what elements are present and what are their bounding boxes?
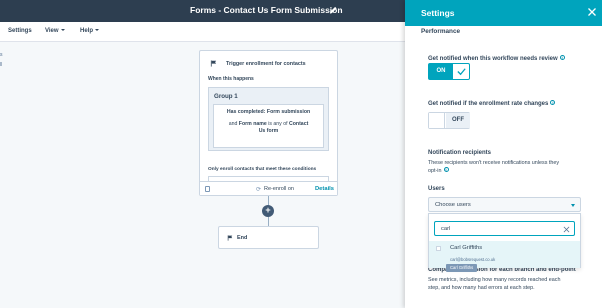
condition-and: and: [228, 121, 238, 127]
chevron-down-icon: [60, 29, 65, 32]
info-icon[interactable]: i: [550, 100, 556, 105]
settings-menu[interactable]: Settings: [8, 28, 32, 34]
condition-label: Has completed:: [226, 109, 266, 115]
condition-value: Us form: [258, 128, 279, 134]
add-action-button[interactable]: +: [262, 205, 274, 217]
trigger-title: Trigger enrollment for contacts: [226, 61, 306, 67]
recipients-desc-line2: opt-in i: [428, 167, 449, 175]
end-label: End: [237, 235, 248, 241]
workflow-title[interactable]: Forms - Contact Us Form Submission: [190, 5, 343, 15]
compare-desc: step, and how many had errors at each st…: [428, 285, 535, 291]
clipped-text: ll: [0, 62, 3, 68]
chevron-down-icon: [95, 29, 100, 32]
performance-heading: Performance: [421, 28, 461, 35]
flag-icon: [227, 235, 233, 241]
copy-icon[interactable]: [205, 186, 210, 192]
trigger-condition[interactable]: Has completed: Form submission and Form …: [213, 104, 324, 148]
check-icon: [457, 68, 466, 76]
info-icon[interactable]: i: [443, 167, 449, 172]
user-option-email: carl@bobsrequest.co.uk: [450, 257, 496, 262]
recipients-desc: These recipients won't receive notificat…: [428, 160, 560, 166]
reenroll-toggle[interactable]: ⟳ Re-enroll on: [256, 185, 294, 193]
recipients-desc-optin: opt-in: [428, 168, 442, 174]
toggle-on-label: ON: [429, 64, 453, 79]
users-dropdown: carl Carl Griffiths carl@bobsrequest.co.…: [428, 213, 581, 272]
view-menu-label: View: [45, 28, 59, 34]
settings-panel-title: Settings: [421, 8, 455, 18]
end-card[interactable]: End: [218, 226, 319, 249]
recipients-heading: Notification recipients: [428, 150, 492, 156]
compare-desc: See metrics, including how many records …: [428, 277, 561, 283]
toggle-knob: [429, 113, 445, 128]
chevron-down-icon: [571, 204, 575, 207]
enrollment-trigger-card[interactable]: Trigger enrollment for contacts When thi…: [199, 50, 338, 196]
trigger-group[interactable]: Group 1 Has completed: Form submission a…: [208, 87, 329, 151]
condition-line: Us form: [214, 128, 323, 135]
condition-field: Form name: [238, 121, 267, 127]
user-search-input[interactable]: carl: [434, 221, 575, 236]
condition-line: Has completed: Form submission: [214, 109, 323, 116]
group-title: Group 1: [214, 93, 238, 100]
clear-icon[interactable]: [563, 226, 570, 233]
condition-value: Form submission: [266, 109, 311, 115]
condition-operator: is any of: [268, 121, 288, 127]
notify-review-label: Get notified when this workflow needs re…: [428, 55, 565, 62]
user-search-value: carl: [441, 226, 451, 232]
clipped-text: s: [0, 52, 3, 58]
users-label: Users: [428, 186, 445, 192]
notify-rate-text: Get notified if the enrollment rate chan…: [428, 101, 549, 107]
toggle-off-label: OFF: [446, 113, 470, 128]
when-label: When this happens: [208, 76, 254, 82]
flag-icon: [210, 60, 217, 67]
refresh-icon: ⟳: [256, 186, 262, 193]
notify-rate-toggle[interactable]: OFF: [428, 112, 470, 129]
user-tooltip: Carl Griffiths: [446, 264, 478, 272]
option-checkbox[interactable]: [436, 246, 441, 251]
connector-line: [268, 196, 269, 205]
condition-value: Contact: [289, 121, 309, 127]
details-link[interactable]: Details: [315, 186, 334, 192]
notify-review-toggle[interactable]: ON: [428, 63, 470, 80]
condition-line: and Form name is any of Contact: [214, 121, 323, 128]
settings-panel-header: Settings: [405, 0, 602, 26]
trigger-footer: ⟳ Re-enroll on Details: [200, 181, 337, 195]
pencil-icon[interactable]: [329, 5, 338, 15]
help-menu[interactable]: Help: [80, 28, 100, 34]
only-enroll-label: Only enroll contacts that meet these con…: [208, 167, 317, 172]
editor-toolbar: Settings View Help: [0, 22, 405, 42]
close-icon[interactable]: [587, 7, 597, 17]
view-menu[interactable]: View: [45, 28, 65, 34]
help-menu-label: Help: [80, 28, 94, 34]
info-icon[interactable]: i: [559, 55, 565, 60]
settings-panel: Settings Performance Get notified when t…: [405, 0, 602, 308]
connector-line: [268, 217, 269, 226]
notify-rate-label: Get notified if the enrollment rate chan…: [428, 100, 556, 107]
user-option-name: Carl Griffiths: [450, 245, 483, 251]
user-option[interactable]: Carl Griffiths carl@bobsrequest.co.uk Ca…: [429, 241, 580, 272]
users-select-value: Choose users: [435, 202, 471, 208]
users-select[interactable]: Choose users: [428, 197, 581, 212]
notify-review-text: Get notified when this workflow needs re…: [428, 56, 558, 62]
reenroll-label: Re-enroll on: [264, 185, 294, 192]
